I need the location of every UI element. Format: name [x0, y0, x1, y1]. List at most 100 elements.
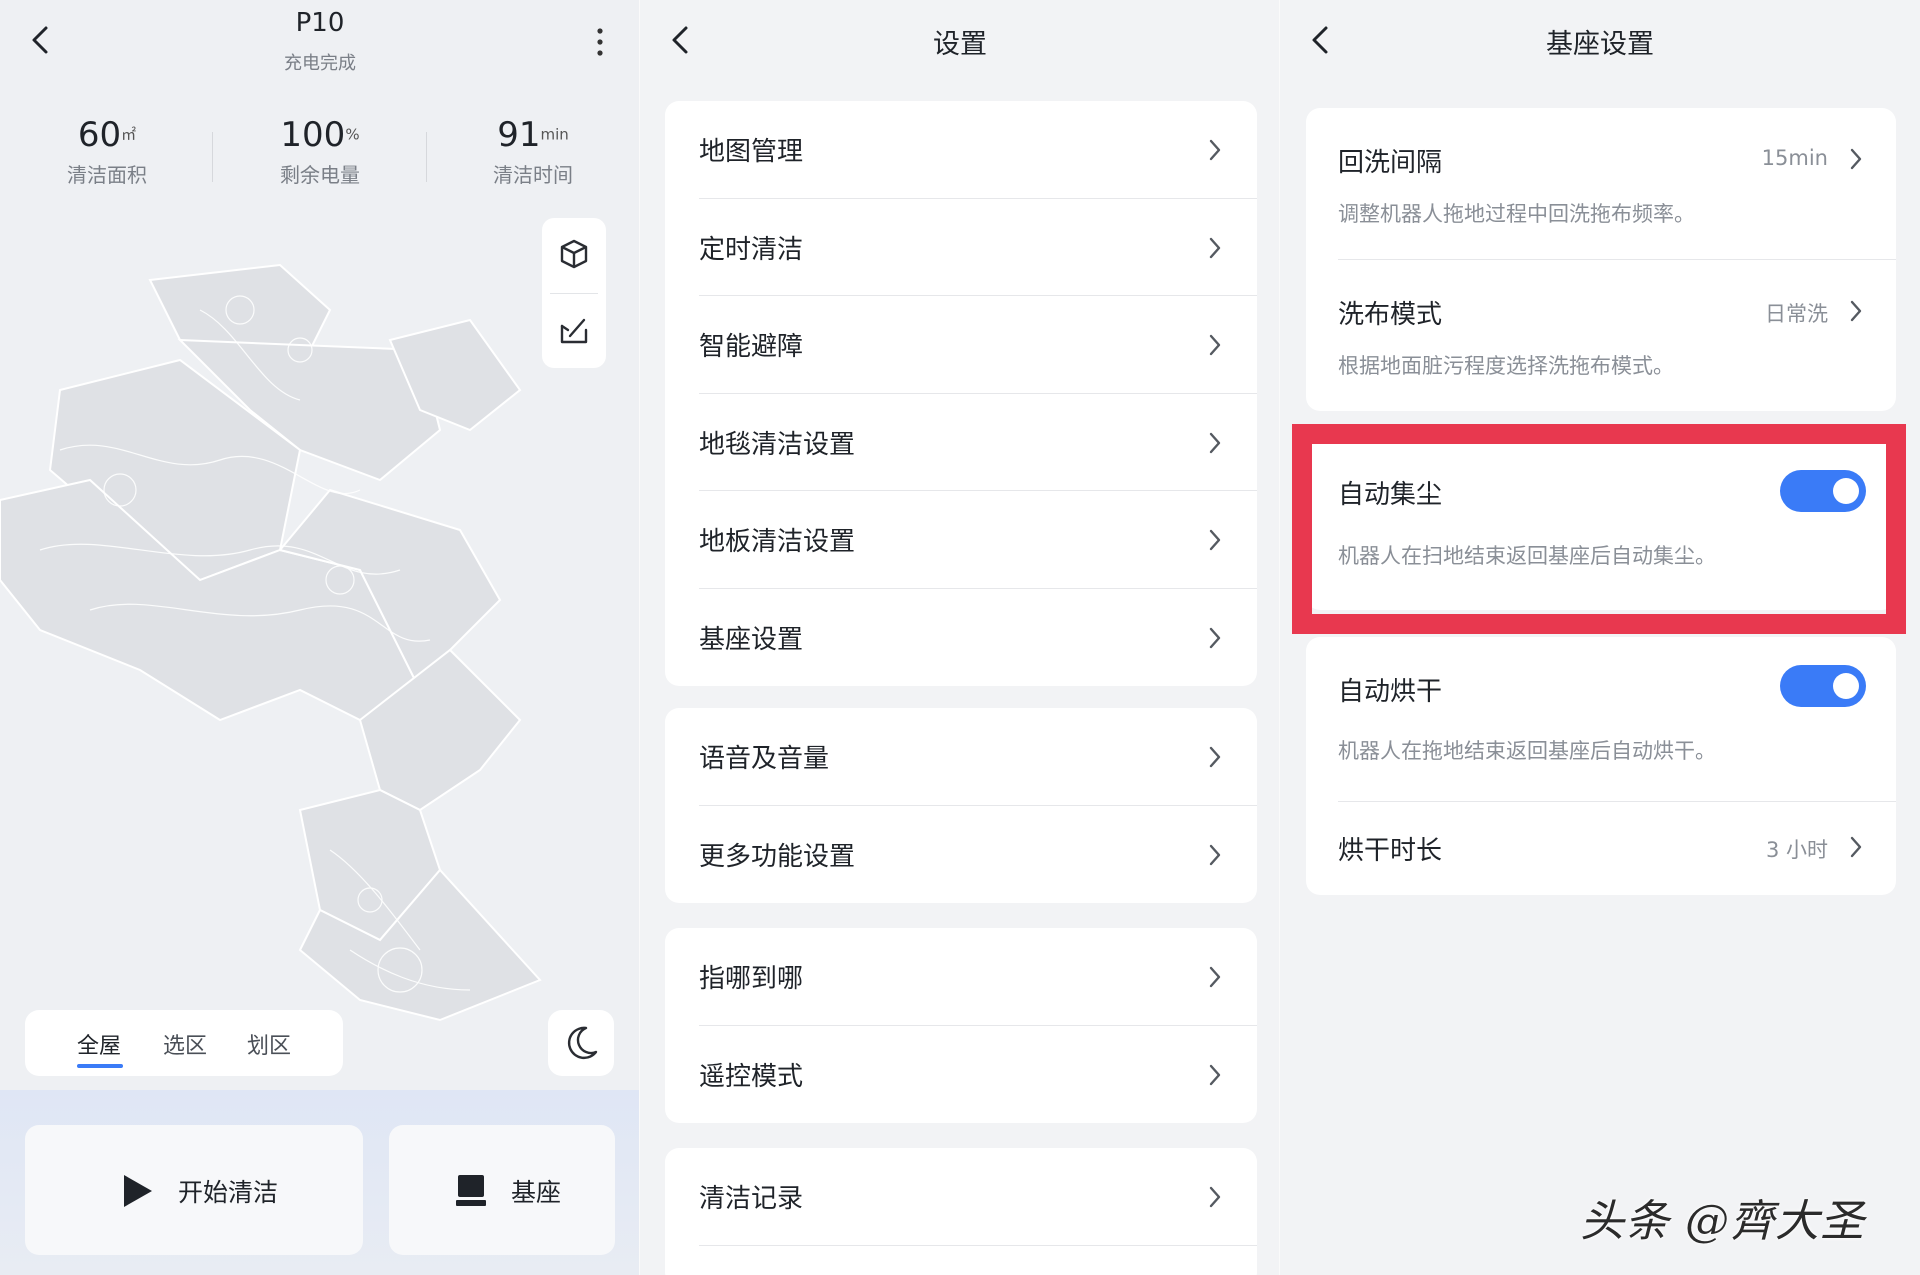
- active-tab-indicator: [77, 1064, 123, 1068]
- settings-group: 语音及音量更多功能设置: [665, 708, 1257, 903]
- more-vertical-icon: [597, 28, 603, 56]
- settings-item-label: 指哪到哪: [699, 964, 804, 994]
- wash-interval-label: 回洗间隔: [1338, 148, 1443, 178]
- tab-draw-zone[interactable]: 划区: [247, 1028, 291, 1060]
- page-title: 基座设置: [1546, 29, 1654, 60]
- chevron-right-icon: [1209, 844, 1221, 865]
- start-clean-label: 开始清洁: [178, 1178, 279, 1207]
- settings-item[interactable]: 基座设置: [665, 589, 1257, 687]
- dry-duration-label: 烘干时长: [1338, 836, 1443, 866]
- wash-mode-label: 洗布模式: [1338, 300, 1443, 330]
- stat-label: 清洁面积: [67, 163, 147, 187]
- drying-settings-card: 自动烘干 机器人在拖地结束返回基座后自动烘干。 烘干时长 3 小时: [1306, 637, 1896, 895]
- settings-item-label: 定时清洁: [699, 234, 804, 265]
- dry-duration-value: 3 小时: [1765, 838, 1828, 862]
- stat-label: 清洁时间: [493, 163, 573, 187]
- settings-item-label: 地毯清洁设置: [699, 429, 856, 460]
- wash-mode-value: 日常洗: [1765, 302, 1828, 326]
- settings-panel: 设置 地图管理定时清洁智能避障地毯清洁设置 地板清洁设置 基座设置语音及音量更多功能…: [640, 0, 1280, 1275]
- stat-clean-area: 60㎡ 清洁面积: [17, 115, 197, 188]
- page-title: 设置: [933, 29, 987, 60]
- chevron-right-icon: [1209, 139, 1221, 161]
- chevron-right-icon: [1209, 627, 1221, 648]
- divider: [212, 132, 213, 182]
- stat-battery: 100% 剩余电量: [230, 115, 410, 188]
- auto-dry-toggle[interactable]: [1780, 665, 1866, 707]
- moon-icon: [567, 1026, 598, 1060]
- settings-item[interactable]: 地板清洁设置: [665, 491, 1257, 589]
- wash-mode-row[interactable]: 洗布模式 日常洗 根据地面脏污程度选择洗拖布模式。: [1306, 260, 1896, 411]
- chevron-right-icon: [1209, 746, 1221, 768]
- stat-value: 60: [77, 115, 122, 155]
- chevron-right-icon: [1850, 836, 1862, 858]
- settings-group: 地图管理定时清洁智能避障地毯清洁设置 地板清洁设置 基座设置: [665, 101, 1257, 686]
- settings-item[interactable]: 遥控模式: [665, 1026, 1257, 1124]
- auto-dry-row: 自动烘干 机器人在拖地结束返回基座后自动烘干。: [1306, 637, 1896, 802]
- settings-item-label: 智能避障: [699, 332, 804, 362]
- dry-duration-row[interactable]: 烘干时长 3 小时: [1306, 802, 1896, 895]
- stat-unit: min: [540, 125, 569, 144]
- settings-item[interactable]: 更多功能设置: [665, 806, 1257, 904]
- settings-item-label: 基座设置: [699, 624, 804, 655]
- dock-label: 基座: [511, 1178, 562, 1207]
- toggle-knob: [1833, 673, 1859, 699]
- auto-dry-label: 自动烘干: [1338, 677, 1443, 707]
- do-not-disturb-button[interactable]: [548, 1010, 614, 1076]
- dock-button[interactable]: 基座: [389, 1125, 615, 1255]
- settings-item-label: 语音及音量: [699, 744, 830, 774]
- clean-mode-tabs: 全屋 选区 划区: [25, 1010, 343, 1076]
- wash-interval-desc: 调整机器人拖地过程中回洗拖布频率。: [1338, 202, 1695, 226]
- auto-dry-desc: 机器人在拖地结束返回基座后自动烘干。: [1338, 739, 1716, 763]
- settings-item[interactable]: 地图管理: [665, 101, 1257, 199]
- wash-interval-row[interactable]: 回洗间隔 15min 调整机器人拖地过程中回洗拖布频率。: [1306, 108, 1896, 260]
- chevron-right-icon: [1209, 966, 1221, 988]
- chevron-right-icon: [1850, 300, 1862, 322]
- divider: [426, 132, 427, 182]
- device-home-panel: P10 充电完成 60㎡ 清洁面积 100% 剩余电量 91min 清洁时间 全…: [0, 0, 640, 1275]
- settings-group: 指哪到哪 遥控模式: [665, 928, 1257, 1123]
- tab-whole-house[interactable]: 全屋: [77, 1028, 121, 1060]
- cleaning-map[interactable]: [0, 250, 640, 1030]
- settings-item-label: 清洁记录: [699, 1184, 804, 1214]
- device-title: P10: [295, 8, 345, 38]
- chevron-right-icon: [1209, 334, 1221, 356]
- stat-unit: ㎡: [121, 125, 137, 144]
- settings-item[interactable]: 指哪到哪: [665, 928, 1257, 1026]
- map-tools: [542, 218, 606, 368]
- start-clean-button[interactable]: 开始清洁: [25, 1125, 363, 1255]
- more-menu-button[interactable]: [592, 26, 608, 58]
- stat-value: 100: [280, 115, 346, 155]
- map-edit-icon[interactable]: [558, 314, 590, 346]
- chevron-right-icon: [1209, 1064, 1221, 1085]
- settings-item[interactable]: 定时清洁: [665, 199, 1257, 296]
- settings-item-label: 遥控模式: [699, 1061, 804, 1092]
- stat-value: 91: [497, 115, 541, 155]
- stat-clean-time: 91min 清洁时间: [443, 115, 623, 188]
- stat-unit: %: [345, 125, 360, 144]
- settings-item[interactable]: 清洁记录: [665, 1148, 1257, 1246]
- wash-mode-desc: 根据地面脏污程度选择洗拖布模式。: [1338, 354, 1674, 378]
- play-icon: [124, 1175, 152, 1207]
- settings-item[interactable]: 智能避障: [665, 296, 1257, 394]
- stat-label: 剩余电量: [280, 163, 360, 187]
- chevron-right-icon: [1209, 432, 1221, 453]
- settings-item-label: 更多功能设置: [699, 841, 856, 872]
- watermark: 头条 @齊大圣: [1580, 1196, 1865, 1247]
- settings-item-label: 地板清洁设置: [699, 527, 856, 557]
- chevron-right-icon: [1850, 148, 1862, 170]
- tab-select-room[interactable]: 选区: [163, 1028, 207, 1060]
- wash-interval-value: 15min: [1761, 146, 1828, 170]
- divider: [699, 1244, 1257, 1246]
- chevron-right-icon: [1209, 237, 1221, 258]
- highlight-box: [1292, 424, 1906, 634]
- settings-item[interactable]: 地毯清洁设置: [665, 394, 1257, 491]
- device-status: 充电完成: [284, 53, 356, 74]
- wash-settings-card: 回洗间隔 15min 调整机器人拖地过程中回洗拖布频率。 洗布模式 日常洗 根据…: [1306, 108, 1896, 411]
- chevron-right-icon: [1209, 1186, 1221, 1208]
- cube-3d-icon[interactable]: [558, 238, 590, 270]
- settings-item[interactable]: 语音及音量: [665, 708, 1257, 806]
- divider: [550, 293, 598, 294]
- settings-item-label: 地图管理: [699, 137, 804, 167]
- settings-group: 清洁记录: [665, 1148, 1257, 1275]
- dock-icon: [456, 1175, 486, 1206]
